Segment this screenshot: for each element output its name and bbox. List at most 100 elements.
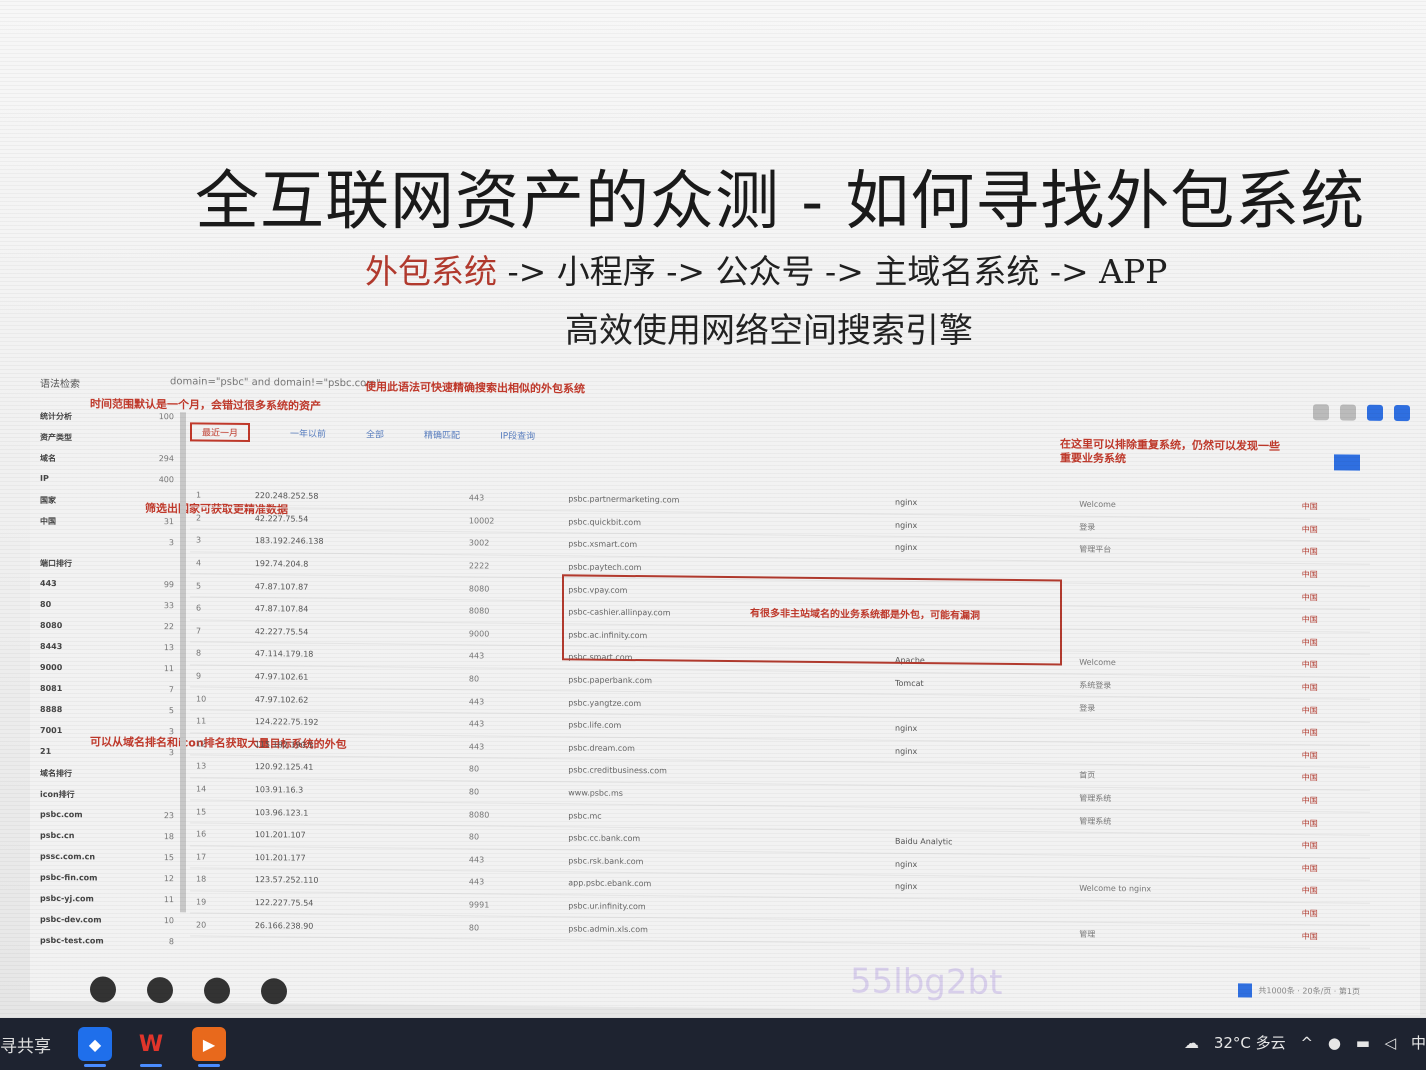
ip-cell[interactable]: 103.96.123.1 [248, 800, 463, 826]
sidebar-item[interactable]: psbc-dev.com 10 [40, 915, 180, 937]
sidebar-item[interactable]: 3 [40, 537, 180, 559]
sidebar-item[interactable]: 域名 294 [40, 453, 180, 475]
sidebar-item-label: psbc-fin.com [40, 872, 98, 883]
sidebar-item[interactable]: 21 3 [40, 747, 180, 769]
ip-cell[interactable]: 101.201.107 [248, 823, 463, 849]
title-cell [1073, 606, 1296, 632]
sidebar-item-label: icon排行 [40, 789, 75, 800]
filter-tab[interactable]: 全部 [366, 427, 384, 440]
sidebar-item-label: 域名 [40, 453, 56, 463]
sidebar-item-label: psbc-yj.com [40, 893, 94, 904]
sidebar-item[interactable]: 国家 [40, 495, 180, 517]
tag-cell: nginx [889, 536, 1074, 561]
current-page-button[interactable] [1237, 983, 1252, 998]
tag-cell [889, 807, 1074, 833]
port-cell: 80 [462, 825, 563, 850]
sidebar-item[interactable]: 8443 13 [40, 642, 180, 664]
wps-app-icon[interactable]: W [134, 1027, 168, 1067]
grid-icon[interactable] [1313, 404, 1330, 421]
ip-cell[interactable]: 115.182.190.5 [248, 733, 463, 758]
ip-cell[interactable]: 124.222.75.192 [248, 710, 463, 736]
sidebar-item[interactable]: 资产类型 [40, 432, 180, 454]
results-table: 1 220.248.252.58 443 psbc.partnermarketing.… [190, 484, 1370, 949]
sidebar-item[interactable]: 7001 3 [40, 726, 180, 748]
slides-app-icon[interactable]: ▶ [192, 1027, 226, 1067]
ip-cell[interactable]: 101.201.177 [248, 846, 463, 871]
sidebar-item-count: 22 [163, 622, 174, 632]
sidebar-item[interactable]: psbc-yj.com 11 [40, 894, 180, 916]
sidebar-item[interactable]: IP 400 [40, 474, 180, 496]
tag-cell [889, 762, 1074, 787]
ip-cell[interactable]: 123.57.252.110 [248, 868, 463, 894]
sidebar-item-count: 3 [168, 727, 174, 737]
export-icon[interactable] [1367, 404, 1384, 421]
sidebar-item[interactable]: 8080 22 [40, 621, 180, 643]
sidebar-item[interactable]: psbc.com 23 [40, 810, 180, 832]
ip-cell[interactable]: 47.87.107.87 [248, 574, 463, 600]
title-cell: 管理平台 [1073, 538, 1296, 564]
ip-cell[interactable]: 183.192.246.138 [248, 529, 463, 555]
sidebar-item[interactable]: psbc-test.com 8 [40, 936, 180, 958]
tag-cell [889, 920, 1074, 946]
filter-tab[interactable]: 精确匹配 [424, 428, 460, 441]
sidebar-item[interactable]: 统计分析 100 [40, 411, 180, 433]
sidebar-item[interactable]: 9000 11 [40, 663, 180, 685]
search-icon[interactable] [1340, 404, 1357, 421]
row-number: 7 [190, 619, 249, 643]
sidebar-item[interactable]: 域名排行 [40, 768, 180, 790]
more-icon[interactable] [260, 978, 287, 1005]
embedded-search-screenshot: 语法检索 domain="psbc" and domain!="psbc.com… [30, 360, 1420, 1016]
title-cell [1073, 741, 1296, 767]
wechat-icon[interactable]: ● [1328, 1034, 1341, 1052]
filter-tab[interactable]: IP段查询 [500, 429, 535, 442]
sidebar-item-count: 11 [163, 895, 174, 905]
eraser-icon[interactable] [203, 977, 230, 1004]
ip-cell[interactable]: 122.227.75.54 [248, 891, 463, 917]
ip-cell[interactable]: 192.74.204.8 [248, 552, 463, 578]
ip-cell[interactable]: 47.97.102.61 [248, 665, 463, 691]
pen-icon[interactable] [90, 976, 116, 1003]
title-cell [1073, 583, 1296, 609]
filter-tab[interactable]: 一年以前 [290, 426, 326, 439]
ip-cell[interactable]: 120.92.125.41 [248, 755, 463, 781]
ip-cell[interactable]: 47.114.179.18 [248, 642, 463, 668]
share-label[interactable]: 寻共享 [0, 1032, 51, 1057]
weather-text[interactable]: 32°C 多云 [1214, 1034, 1286, 1052]
ip-cell[interactable]: 103.91.16.3 [248, 778, 463, 804]
pointer-icon[interactable] [146, 976, 173, 1004]
ip-cell[interactable]: 220.248.252.58 [248, 485, 463, 510]
sidebar-item-label: 21 [40, 746, 52, 756]
sidebar-item-count: 7 [168, 685, 174, 695]
sidebar-item[interactable]: psbc.cn 18 [40, 831, 180, 853]
chevron-up-icon[interactable]: ^ [1300, 1034, 1313, 1052]
speaker-icon[interactable]: ◁ [1385, 1034, 1397, 1052]
sidebar-item-count: 23 [163, 811, 174, 821]
sidebar-item[interactable]: 443 99 [40, 579, 180, 601]
sidebar-item-label: 80 [40, 599, 52, 609]
sidebar-item[interactable]: pssc.com.cn 15 [40, 852, 180, 874]
row-number: 11 [190, 709, 249, 734]
sidebar-item[interactable]: 8081 7 [40, 684, 180, 706]
ip-cell[interactable]: 47.87.107.84 [248, 597, 463, 623]
sidebar-item-label: 统计分析 [40, 411, 72, 422]
sidebar-item[interactable]: psbc-fin.com 12 [40, 873, 180, 895]
sidebar-item[interactable]: icon排行 [40, 789, 180, 811]
sidebar-item-count: 18 [163, 832, 174, 842]
lark-app-icon[interactable]: ◆ [78, 1027, 112, 1067]
domain-cell[interactable]: psbc.admin.xls.com [562, 917, 889, 944]
ime-indicator[interactable]: 中 [1411, 1034, 1426, 1052]
network-icon[interactable]: ▬ [1356, 1034, 1370, 1052]
action-button[interactable] [1334, 454, 1360, 471]
settings-icon[interactable] [1394, 405, 1410, 422]
ip-cell[interactable]: 42.227.75.54 [248, 620, 463, 645]
ip-cell[interactable]: 26.166.238.90 [248, 913, 463, 939]
row-number: 12 [190, 732, 249, 756]
ip-cell[interactable]: 42.227.75.54 [248, 507, 463, 532]
sidebar-item[interactable]: 端口排行 [40, 558, 180, 580]
sidebar-item[interactable]: 中国 31 [40, 516, 180, 538]
sidebar-item[interactable]: 80 33 [40, 600, 180, 622]
title-cell: 首页 [1073, 764, 1296, 790]
sidebar-item[interactable]: 8888 5 [40, 705, 180, 727]
ip-cell[interactable]: 47.97.102.62 [248, 687, 463, 713]
filter-tab[interactable]: 最近一月 [190, 422, 251, 443]
